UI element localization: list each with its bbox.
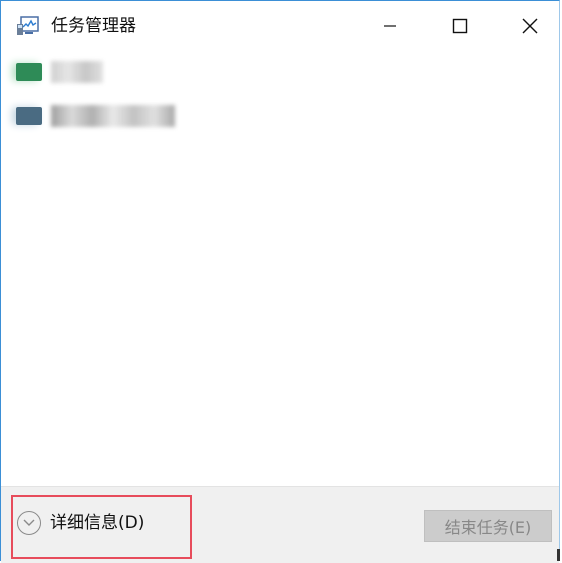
process-list [1, 51, 559, 486]
maximize-button[interactable] [437, 1, 483, 51]
chevron-down-icon [17, 511, 41, 535]
minimize-icon [384, 25, 396, 27]
maximize-icon [452, 18, 468, 34]
redacted-process-name [51, 61, 103, 83]
process-row[interactable] [1, 95, 559, 135]
footer-bar: 详细信息(D) 结束任务(E) [1, 486, 559, 563]
details-toggle[interactable]: 详细信息(D) [17, 511, 144, 535]
task-manager-icon [16, 15, 40, 37]
window-edge-mark [557, 549, 560, 561]
close-icon [522, 18, 538, 34]
close-button[interactable] [507, 1, 553, 51]
redacted-process-name [51, 105, 175, 127]
process-row[interactable] [1, 51, 559, 91]
window-title: 任务管理器 [51, 16, 136, 36]
task-manager-window: 任务管理器 详细信息(D) 结束任务(E) [0, 0, 560, 563]
details-label: 详细信息(D) [50, 513, 145, 533]
app-icon [16, 63, 42, 81]
end-task-button[interactable]: 结束任务(E) [424, 510, 552, 542]
title-bar[interactable]: 任务管理器 [1, 1, 559, 51]
app-icon [16, 107, 42, 125]
minimize-button[interactable] [367, 1, 413, 51]
